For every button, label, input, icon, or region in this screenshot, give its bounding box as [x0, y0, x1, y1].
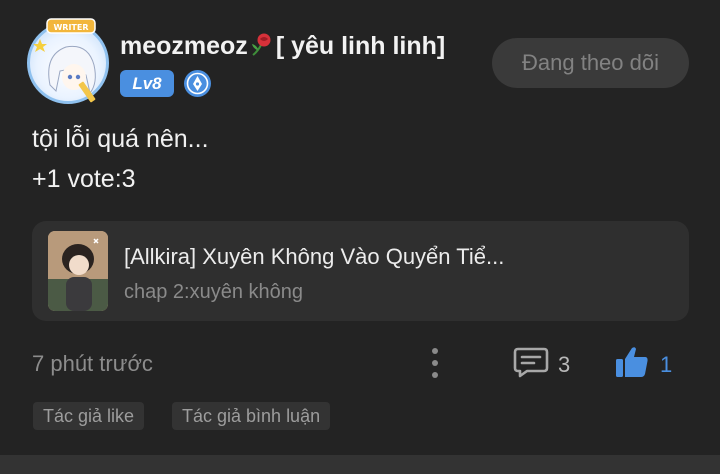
username[interactable]: meozmeoz [ yêu linh linh]: [120, 31, 445, 61]
comment-text-line-1: tội lỗi quá nên...: [32, 125, 209, 153]
story-title: [Allkira] Xuyên Không Vào Quyển Tiể...: [124, 244, 505, 269]
username-suffix: [ yêu linh linh]: [275, 32, 446, 60]
author-liked-tag: Tác giả like: [33, 402, 145, 430]
like-count: 1: [660, 352, 673, 377]
pen-nib-icon: [184, 70, 211, 97]
comment-post: WRITER meozmeoz [ yêu linh linh] Lv8 Đan…: [0, 0, 720, 474]
comment-icon[interactable]: [513, 346, 549, 378]
author-commented-tag: Tác giả bình luận: [172, 402, 331, 430]
avatar[interactable]: WRITER: [27, 18, 109, 104]
story-card[interactable]: [Allkira] Xuyên Không Vào Quyển Tiể... c…: [32, 221, 689, 321]
story-cover: [48, 231, 108, 311]
comment-text-line-2: +1 vote:3: [32, 165, 136, 193]
rose-emoji-icon: [251, 33, 271, 56]
more-vertical-icon[interactable]: [425, 346, 445, 380]
next-item-divider: [0, 455, 720, 474]
thumbs-up-icon[interactable]: [614, 345, 650, 379]
comment-count: 3: [558, 352, 571, 377]
story-chapter: chap 2:xuyên không: [124, 281, 304, 303]
following-button[interactable]: Đang theo dõi: [492, 38, 689, 88]
username-main: meozmeoz: [120, 32, 248, 60]
level-badge: Lv8: [120, 70, 174, 97]
timestamp: 7 phút trước: [32, 351, 153, 376]
writer-banner: WRITER: [46, 18, 96, 34]
writer-banner-text: WRITER: [53, 23, 88, 32]
avatar-illustration: [33, 39, 96, 103]
